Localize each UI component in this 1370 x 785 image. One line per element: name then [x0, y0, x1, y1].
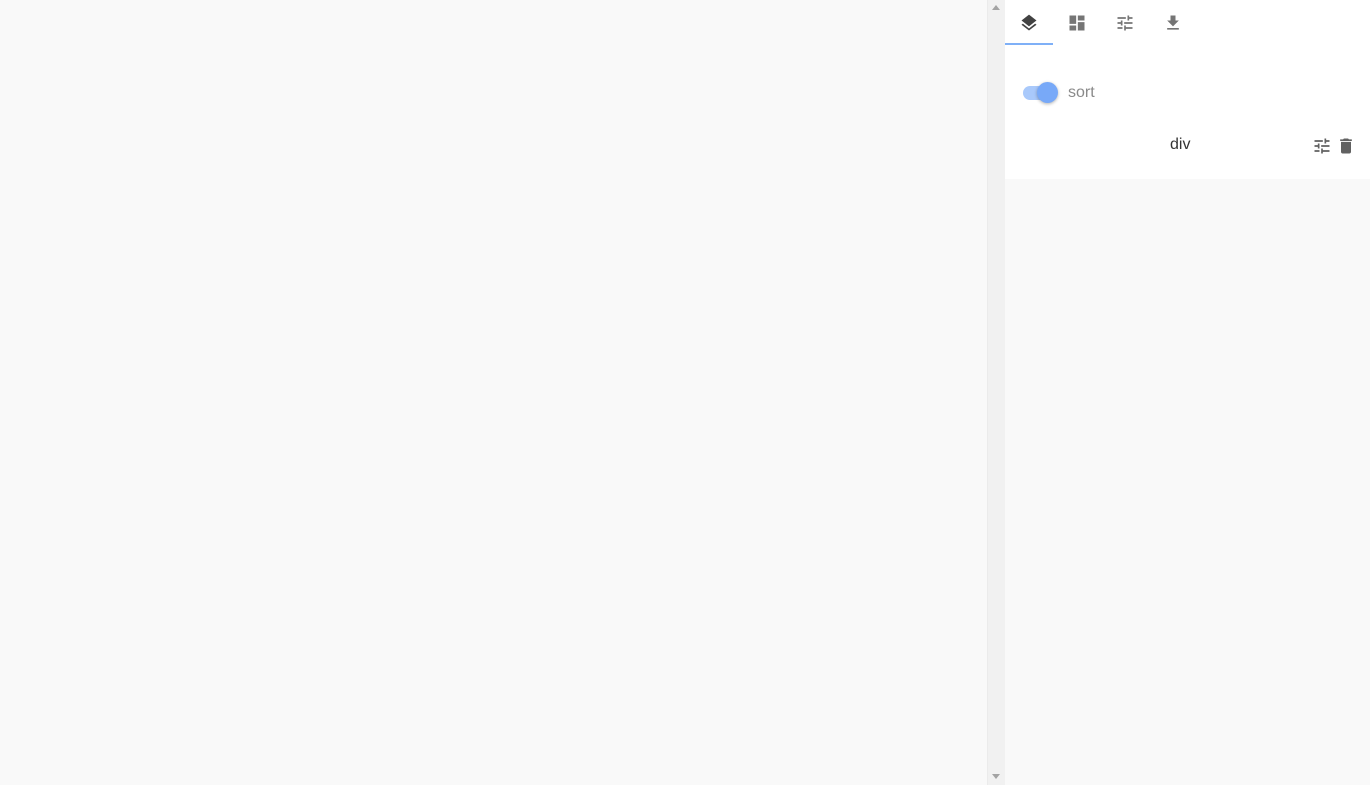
scroll-down-arrow[interactable]: [992, 774, 1000, 779]
editor-canvas[interactable]: [0, 0, 987, 785]
sort-toggle-row: sort: [1023, 80, 1095, 106]
tab-export[interactable]: [1149, 0, 1197, 45]
dashboard-icon: [1069, 15, 1085, 30]
panel-tabs: [1005, 0, 1370, 45]
scroll-up-arrow[interactable]: [992, 5, 1000, 10]
sort-toggle-label: sort: [1068, 84, 1095, 101]
app-root: sort div: [0, 0, 1370, 785]
tune-icon: [1314, 138, 1330, 154]
download-icon: [1167, 15, 1179, 30]
layers-icon: [1021, 14, 1037, 31]
tab-blocks[interactable]: [1053, 0, 1101, 45]
layer-settings-button[interactable]: [1312, 135, 1332, 157]
tab-layers[interactable]: [1005, 0, 1053, 45]
layer-name: div: [1170, 136, 1191, 153]
delete-icon: [1340, 138, 1352, 154]
toggle-knob: [1037, 82, 1058, 103]
sort-toggle[interactable]: [1023, 80, 1059, 106]
layer-delete-button[interactable]: [1336, 135, 1356, 157]
tune-icon: [1117, 15, 1133, 30]
canvas-scrollbar[interactable]: [987, 0, 1005, 785]
side-panel: [1005, 0, 1370, 785]
tab-settings[interactable]: [1101, 0, 1149, 45]
layer-actions: [1312, 135, 1356, 157]
layer-item[interactable]: div: [1005, 128, 1370, 164]
